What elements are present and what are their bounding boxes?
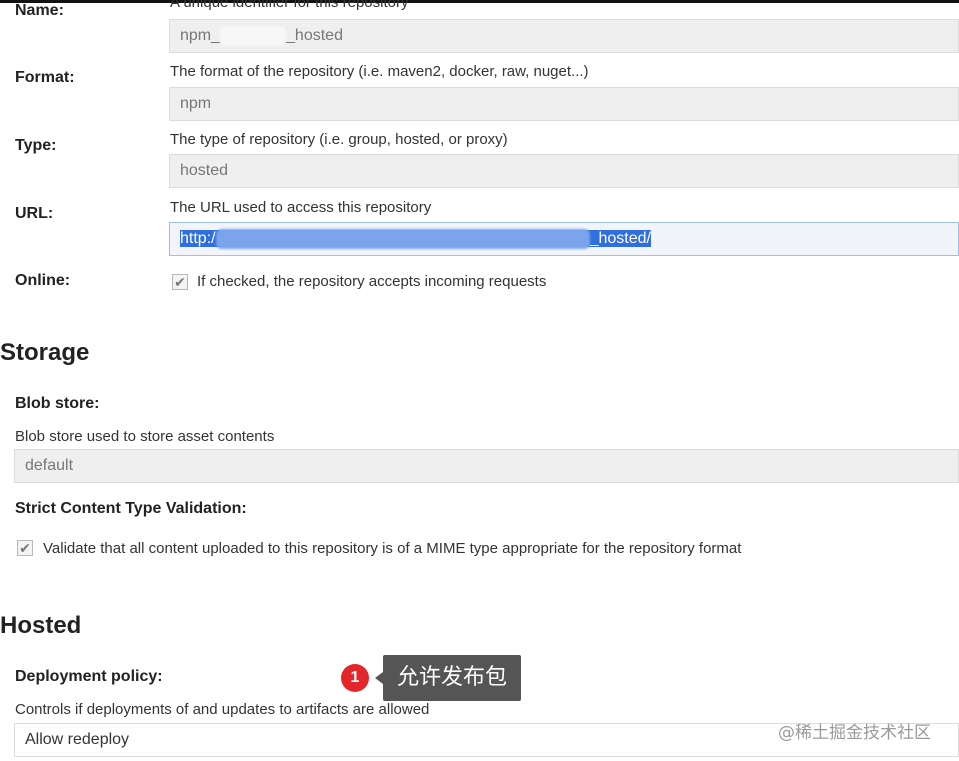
top-border — [0, 0, 959, 3]
url-prefix: http:/ — [180, 230, 216, 247]
name-description: A unique identifier for this repository — [170, 0, 409, 11]
tooltip-arrow — [375, 672, 383, 684]
storage-heading: Storage — [0, 339, 90, 366]
watermark: @稀土掘金技术社区 — [778, 723, 931, 743]
blob-store-label: Blob store: — [15, 395, 100, 412]
format-field[interactable]: npm — [169, 87, 959, 121]
strict-validation-label: Strict Content Type Validation: — [15, 500, 247, 517]
online-label: Online: — [15, 272, 71, 289]
format-label: Format: — [15, 69, 75, 86]
online-checkbox[interactable]: ✔ — [172, 274, 188, 290]
blob-store-description: Blob store used to store asset contents — [15, 428, 275, 445]
deployment-policy-description: Controls if deployments of and updates t… — [15, 701, 430, 718]
redacted-name — [220, 25, 287, 46]
url-suffix: _hosted/ — [589, 230, 651, 247]
url-description: The URL used to access this repository — [170, 199, 432, 216]
url-selected-text: http:/ _hosted/ — [180, 228, 651, 249]
blob-store-field[interactable]: default — [14, 449, 959, 483]
url-field[interactable]: http:/ _hosted/ — [169, 222, 959, 256]
annotation-tooltip: 允许发布包 — [383, 655, 522, 701]
annotation-badge: 1 — [341, 664, 369, 692]
name-label: Name: — [15, 2, 64, 19]
strict-validation-description: Validate that all content uploaded to th… — [43, 540, 742, 557]
format-description: The format of the repository (i.e. maven… — [170, 63, 589, 80]
name-prefix: npm_ — [180, 27, 221, 44]
type-description: The type of repository (i.e. group, host… — [170, 131, 508, 148]
redacted-url — [215, 228, 590, 249]
type-field[interactable]: hosted — [169, 154, 959, 188]
strict-validation-checkbox[interactable]: ✔ — [17, 540, 33, 556]
deployment-policy-label: Deployment policy: — [15, 668, 163, 685]
url-label: URL: — [15, 205, 54, 222]
hosted-heading: Hosted — [0, 612, 82, 639]
name-suffix: _hosted — [286, 27, 343, 44]
name-field[interactable]: npm_ _hosted — [169, 19, 959, 53]
online-description: If checked, the repository accepts incom… — [197, 273, 547, 290]
type-label: Type: — [15, 137, 57, 154]
